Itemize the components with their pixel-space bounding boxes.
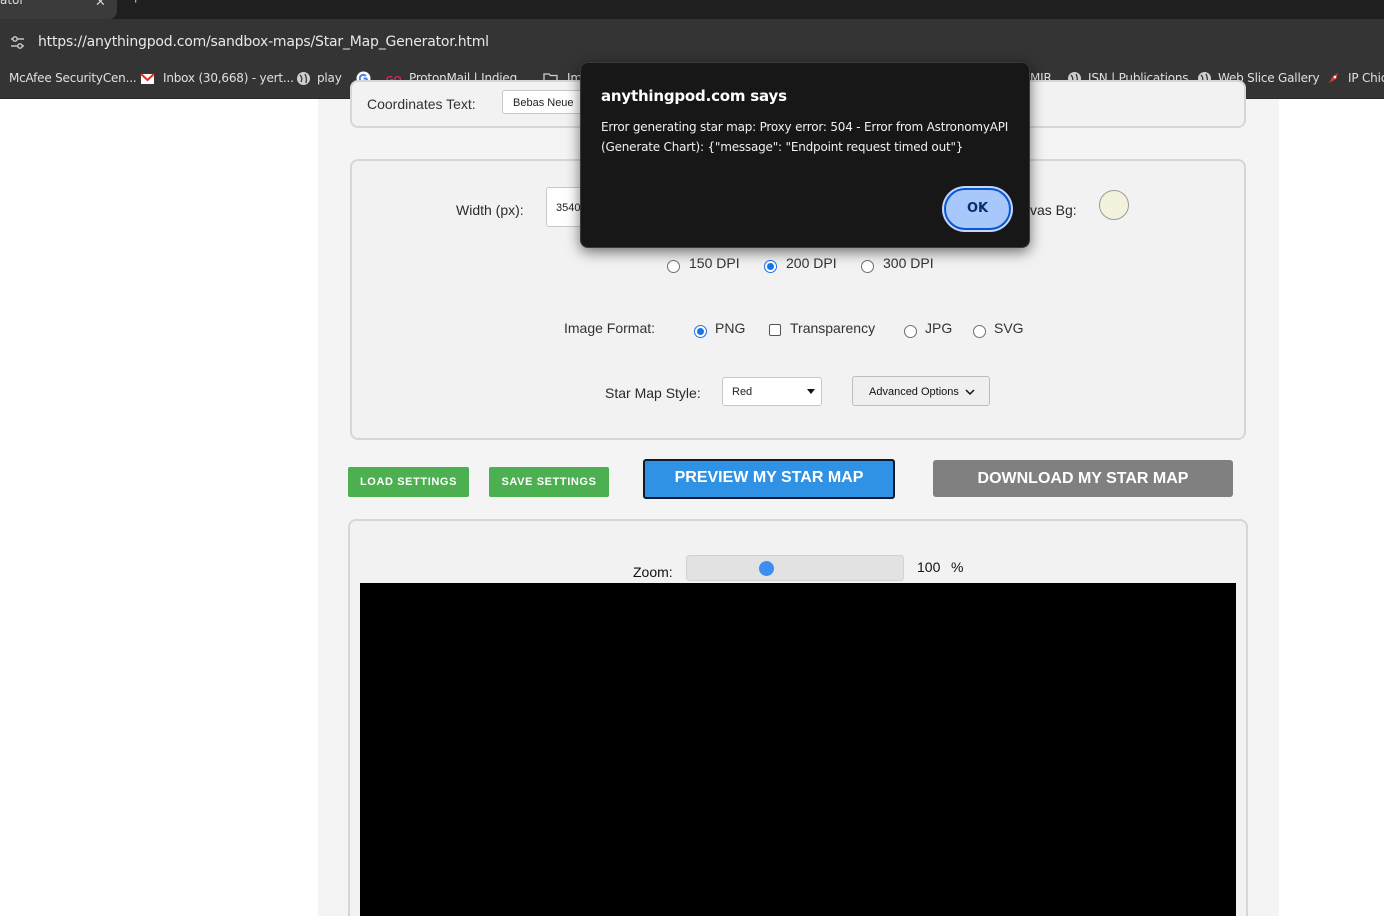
width-value: 3540 — [556, 202, 581, 214]
coordinates-font-value: Bebas Neue — [513, 97, 574, 109]
new-tab-icon[interactable]: + — [131, 0, 140, 9]
site-info-icon[interactable] — [9, 34, 26, 51]
ok-button[interactable]: OK — [944, 188, 1011, 230]
active-tab[interactable]: ator ✕ — [0, 0, 117, 19]
chevron-down-icon — [807, 389, 815, 394]
zoom-label: Zoom: — [633, 564, 673, 580]
dpi-200-label: 200 DPI — [786, 255, 837, 271]
zoom-value: 100 — [917, 559, 941, 575]
dialog-message: Error generating star map: Proxy error: … — [601, 120, 1009, 154]
globe-icon — [297, 72, 310, 85]
save-settings-button[interactable]: SAVE SETTINGS — [489, 467, 609, 497]
alert-dialog: anythingpod.com says Error generating st… — [580, 62, 1030, 248]
page-left-margin — [0, 99, 318, 916]
advanced-options-label: Advanced Options — [869, 386, 959, 398]
star-map-style-select[interactable]: Red — [722, 377, 822, 406]
canvas-bg-color-picker[interactable] — [1099, 190, 1129, 220]
bookmark-play[interactable]: play — [317, 71, 342, 87]
dpi-150-radio[interactable] — [667, 260, 680, 273]
star-map-style-label: Star Map Style: — [605, 385, 701, 401]
advanced-options-button[interactable]: Advanced Options — [852, 376, 990, 406]
dpi-200-radio[interactable] — [764, 260, 777, 273]
chevron-down-icon — [965, 389, 975, 396]
dpi-300-label: 300 DPI — [883, 255, 934, 271]
zoom-slider-thumb[interactable] — [759, 561, 774, 576]
width-label: Width (px): — [456, 202, 524, 218]
format-jpg-label: JPG — [925, 320, 953, 336]
transparency-label: Transparency — [790, 320, 876, 336]
bookmark-inbox[interactable]: Inbox (30,668) - yert... — [163, 71, 294, 87]
format-svg-radio[interactable] — [973, 325, 986, 338]
gmail-icon — [140, 73, 155, 84]
star-map-canvas — [360, 583, 1236, 916]
tab-strip: ator ✕ + — [0, 0, 1384, 19]
page-right-margin — [1279, 99, 1384, 916]
canvas-bg-label: vas Bg: — [1030, 202, 1077, 218]
image-format-label: Image Format: — [564, 320, 656, 336]
download-star-map-button[interactable]: DOWNLOAD MY STAR MAP — [933, 460, 1233, 497]
zoom-slider[interactable] — [686, 555, 904, 581]
star-map-style-value: Red — [732, 386, 753, 398]
load-settings-button[interactable]: LOAD SETTINGS — [348, 467, 469, 497]
preview-star-map-button[interactable]: PREVIEW MY STAR MAP — [643, 459, 895, 499]
format-svg-label: SVG — [994, 320, 1024, 336]
dialog-title: anythingpod.com says — [601, 87, 787, 105]
coordinates-text-label: Coordinates Text: — [367, 96, 476, 112]
tab-close-icon[interactable]: ✕ — [95, 0, 106, 10]
tab-title: ator — [0, 0, 25, 7]
rocket-icon — [1329, 73, 1338, 83]
dpi-150-label: 150 DPI — [689, 255, 740, 271]
dpi-300-radio[interactable] — [861, 260, 874, 273]
bookmark-mcafee[interactable]: McAfee SecurityCen... — [9, 71, 137, 87]
coordinates-font-select[interactable]: Bebas Neue — [502, 90, 582, 114]
format-jpg-radio[interactable] — [904, 325, 917, 338]
format-png-label: PNG — [715, 320, 746, 336]
transparency-checkbox[interactable] — [769, 324, 781, 336]
format-png-radio[interactable] — [694, 325, 707, 338]
bookmark-ip-chic[interactable]: IP Chic — [1348, 71, 1384, 87]
zoom-unit: % — [951, 559, 964, 575]
url-input[interactable]: https://anythingpod.com/sandbox-maps/Sta… — [38, 34, 489, 50]
